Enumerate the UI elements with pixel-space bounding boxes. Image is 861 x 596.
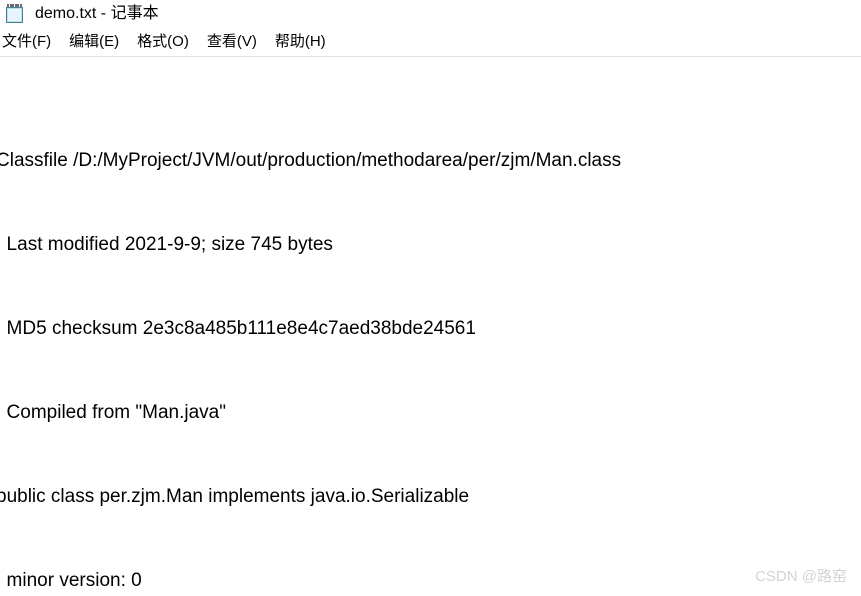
menu-item-view[interactable]: 查看(V) — [198, 30, 266, 54]
csdn-watermark: CSDN @路窑 — [755, 568, 847, 585]
doc-line-last-modified: Last modified 2021-9-9; size 745 bytes — [0, 234, 333, 255]
menu-item-help[interactable]: 帮助(H) — [266, 30, 335, 54]
menu-item-edit[interactable]: 编辑(E) — [60, 30, 128, 54]
notepad-icon — [5, 3, 26, 25]
doc-line-classfile: Classfile /D:/MyProject/JVM/out/producti… — [0, 150, 622, 171]
menubar: 文件(F) 编辑(E) 格式(O) 查看(V) 帮助(H) — [0, 28, 861, 57]
menu-item-file[interactable]: 文件(F) — [0, 30, 60, 54]
doc-line-compiled-from: Compiled from "Man.java" — [0, 402, 226, 423]
doc-line-class-decl: public class per.zjm.Man implements java… — [0, 486, 470, 507]
notepad-icon-page — [8, 8, 21, 21]
text-editor-area[interactable]: Classfile /D:/MyProject/JVM/out/producti… — [0, 57, 861, 595]
window-title: demo.txt - 记事本 — [35, 5, 159, 22]
doc-line-minor-version: minor version: 0 — [0, 570, 142, 591]
window-titlebar: demo.txt - 记事本 — [0, 0, 861, 28]
document-text[interactable]: Classfile /D:/MyProject/JVM/out/producti… — [0, 63, 741, 595]
doc-line-md5-checksum: MD5 checksum 2e3c8a485b111e8e4c7aed38bde… — [0, 318, 476, 339]
menu-item-format[interactable]: 格式(O) — [128, 30, 198, 54]
